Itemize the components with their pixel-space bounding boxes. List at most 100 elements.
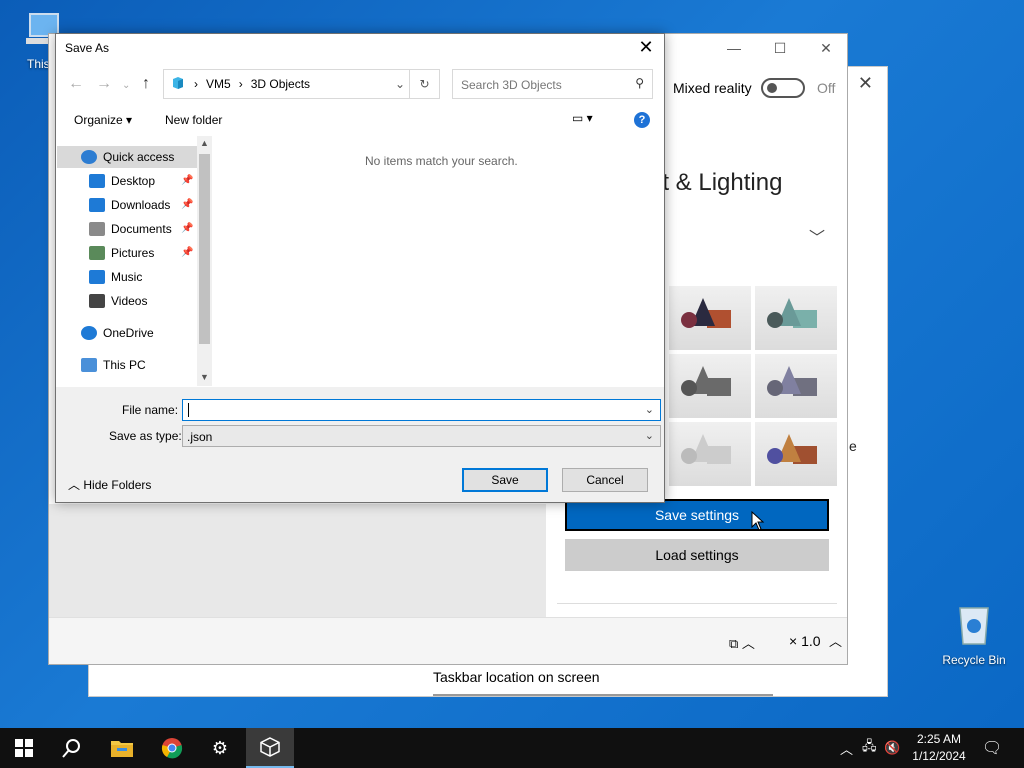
- refresh-icon[interactable]: ↻: [409, 70, 439, 98]
- mixed-reality-label: Mixed reality: [673, 80, 752, 96]
- save-options-panel: File name: ⌄ Save as type: .json ⌄ ︿ Hid…: [56, 387, 664, 502]
- preset-ball-shape: [767, 312, 783, 328]
- nav-item-pictures[interactable]: Pictures: [57, 242, 154, 264]
- pin-icon: 📌: [181, 223, 194, 234]
- nav-item-label: Desktop: [111, 174, 156, 188]
- notifications-icon[interactable]: 🗨: [982, 728, 1002, 768]
- chevron-down-icon[interactable]: ⌄: [645, 403, 654, 416]
- lighting-preset-tile[interactable]: [669, 354, 751, 418]
- chevron-up-icon[interactable]: ︿: [829, 631, 842, 650]
- file-name-input[interactable]: ⌄: [182, 399, 661, 421]
- nav-item-label: This PC: [103, 358, 146, 372]
- close-icon[interactable]: ✕: [803, 40, 849, 60]
- network-icon[interactable]: 🖧: [862, 728, 877, 768]
- mixed-reality-state: Off: [817, 80, 836, 96]
- start-windows-icon[interactable]: [0, 728, 48, 768]
- dialog-toolbar: Organize ▾ New folder ▭ ▾ ?: [56, 104, 664, 134]
- search-icon: ⚲: [635, 76, 644, 90]
- divider: [557, 603, 837, 604]
- navigation-pane: Quick access Desktop 📌 Downloads 📌 Documents 📌…: [57, 136, 212, 386]
- nav-item-videos[interactable]: Videos: [57, 290, 147, 312]
- nav-item-onedrive[interactable]: OneDrive: [57, 322, 154, 344]
- search-input[interactable]: Search 3D Objects ⚲: [452, 69, 653, 99]
- cube-animation-icon[interactable]: ⧉ ︿: [729, 633, 755, 652]
- lighting-preset-tile[interactable]: [669, 286, 751, 350]
- file-explorer-icon[interactable]: [98, 728, 146, 768]
- recent-chevron-icon[interactable]: ⌄: [122, 80, 130, 91]
- address-bar[interactable]: › VM5 › 3D Objects ⌄ ↻: [163, 69, 440, 99]
- nav-item-label: OneDrive: [103, 326, 154, 340]
- view-options-icon[interactable]: ▭ ▾: [572, 111, 593, 125]
- hide-folders-label: Hide Folders: [83, 478, 152, 492]
- breadcrumb-vm5[interactable]: VM5: [206, 77, 231, 91]
- nav-item-quick-access[interactable]: Quick access: [57, 146, 197, 168]
- taskbar-location-label: Taskbar location on screen: [433, 669, 600, 685]
- preset-ball-shape: [767, 448, 783, 464]
- up-arrow-icon[interactable]: ↑: [142, 75, 150, 93]
- nav-item-downloads[interactable]: Downloads: [57, 194, 170, 216]
- viewport-area: [49, 504, 546, 617]
- nav-item-music[interactable]: Music: [57, 266, 142, 288]
- nav-scrollbar[interactable]: ▲ ▼: [197, 136, 212, 386]
- load-settings-button[interactable]: Load settings: [565, 539, 829, 571]
- viewer-status-bar: ⧉ ︿ × 1.0 ︿: [49, 617, 847, 664]
- address-dropdown-icon[interactable]: ⌄: [395, 77, 405, 91]
- recycle-bin-label: Recycle Bin: [942, 653, 1006, 667]
- lighting-preset-tile[interactable]: [755, 422, 837, 486]
- chevron-up-icon: ︿: [68, 478, 81, 492]
- file-name-label: File name:: [122, 403, 179, 417]
- chevron-down-icon[interactable]: ⌄: [645, 429, 654, 442]
- nav-item-this-pc[interactable]: This PC: [57, 354, 146, 376]
- chevron-down-icon[interactable]: ﹀: [809, 224, 825, 248]
- 3d-viewer-taskbar-icon[interactable]: [246, 728, 294, 768]
- onedrive-icon: [81, 326, 97, 340]
- lighting-preset-tile[interactable]: [669, 422, 751, 486]
- settings-gear-icon[interactable]: ⚙: [196, 728, 244, 768]
- save-button[interactable]: Save: [462, 468, 548, 492]
- documents-folder-icon: [89, 222, 105, 236]
- minimize-icon[interactable]: —: [711, 40, 757, 60]
- forward-arrow-icon[interactable]: →: [96, 75, 112, 93]
- nav-item-documents[interactable]: Documents: [57, 218, 172, 240]
- organize-button[interactable]: Organize ▾: [74, 113, 132, 127]
- search-icon[interactable]: [48, 728, 96, 768]
- save-settings-button[interactable]: Save settings: [565, 499, 829, 531]
- scroll-up-icon[interactable]: ▲: [200, 138, 209, 148]
- breadcrumb-3d-objects[interactable]: 3D Objects: [251, 77, 310, 91]
- nav-item-label: Music: [111, 270, 143, 284]
- preset-ball-shape: [681, 312, 697, 328]
- downloads-folder-icon: [89, 198, 105, 212]
- volume-muted-icon[interactable]: 🔇: [884, 728, 900, 768]
- nav-item-label: Quick access: [103, 150, 175, 164]
- cancel-button[interactable]: Cancel: [562, 468, 648, 492]
- nav-item-label: Documents: [111, 222, 172, 236]
- nav-item-desktop[interactable]: Desktop: [57, 170, 155, 192]
- save-as-type-value: .json: [187, 430, 213, 444]
- mixed-reality-toggle[interactable]: [761, 78, 805, 98]
- close-icon[interactable]: ✕: [858, 73, 873, 94]
- lighting-preset-tile[interactable]: [755, 286, 837, 350]
- taskbar-location-dropdown[interactable]: [433, 694, 773, 696]
- lighting-preset-tile[interactable]: [755, 354, 837, 418]
- new-folder-button[interactable]: New folder: [165, 113, 222, 127]
- desktop-icon-recycle-bin[interactable]: Recycle Bin: [942, 602, 1006, 667]
- tray-chevron-icon[interactable]: ︿: [840, 728, 853, 768]
- maximize-icon[interactable]: ☐: [757, 40, 803, 60]
- pin-icon: 📌: [181, 199, 194, 210]
- clock[interactable]: 2:25 AM 1/12/2024: [904, 731, 974, 765]
- scroll-down-icon[interactable]: ▼: [200, 372, 209, 382]
- zoom-label: × 1.0: [789, 633, 821, 649]
- save-as-type-select[interactable]: .json ⌄: [182, 425, 661, 447]
- partial-label: e: [849, 438, 857, 454]
- videos-folder-icon: [89, 294, 105, 308]
- back-arrow-icon[interactable]: ←: [68, 75, 84, 93]
- breadcrumb-separator: ›: [238, 77, 243, 91]
- file-list-pane[interactable]: No items match your search.: [215, 136, 664, 386]
- scrollbar-thumb[interactable]: [199, 154, 210, 344]
- 3d-objects-folder-icon: [170, 75, 186, 94]
- help-icon[interactable]: ?: [634, 112, 650, 128]
- close-icon[interactable]: ✕: [636, 37, 656, 58]
- chrome-icon[interactable]: [148, 728, 196, 768]
- hide-folders-button[interactable]: ︿ Hide Folders: [68, 476, 151, 493]
- save-as-type-label: Save as type:: [109, 429, 182, 443]
